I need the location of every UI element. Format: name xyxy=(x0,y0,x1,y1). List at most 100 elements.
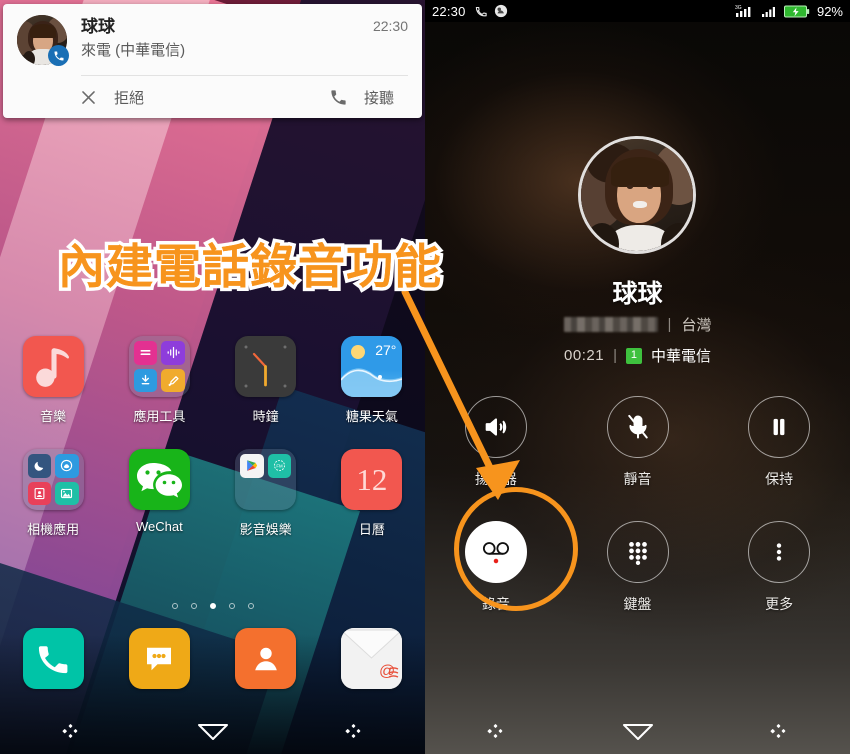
carrier-name: 中華電信 xyxy=(650,348,711,365)
more-button[interactable]: 更多 xyxy=(708,521,850,614)
envelope-icon: @ xyxy=(341,628,403,689)
speaker-icon xyxy=(485,418,507,436)
menu-dots-icon xyxy=(770,724,786,738)
decline-button[interactable]: 拒絕 xyxy=(3,76,309,118)
control-label: 保持 xyxy=(765,471,794,487)
app-row: 相機應用 WeChat FM 影音娛樂 12 日曆 xyxy=(0,449,425,538)
page-dot[interactable] xyxy=(228,603,235,609)
speaker-button[interactable]: 揚聲器 xyxy=(425,396,567,489)
app-label: 影音娛樂 xyxy=(239,522,292,537)
weather-icon xyxy=(494,4,507,18)
svg-text:FM: FM xyxy=(276,464,283,469)
phone-icon xyxy=(22,628,84,689)
recent-apps-button[interactable] xyxy=(0,721,142,741)
answer-button[interactable]: 接聽 xyxy=(309,76,422,118)
battery-icon xyxy=(783,5,810,17)
answer-label: 接聽 xyxy=(364,89,395,107)
call-controls: 揚聲器 靜音 保持 錄音 鍵盤 更多 xyxy=(425,396,850,646)
folder-icon: FM xyxy=(235,449,297,510)
page-dot[interactable] xyxy=(247,603,254,609)
app-label: 糖果天氣 xyxy=(345,409,398,424)
divider: | xyxy=(667,316,672,333)
app-label: 音樂 xyxy=(40,409,67,424)
app-clock[interactable]: 時鐘 xyxy=(213,336,319,425)
battery-percent: 92% xyxy=(816,3,843,19)
home-diamond-icon xyxy=(197,724,228,740)
music-note-icon xyxy=(22,336,84,397)
decline-label: 拒絕 xyxy=(114,89,145,107)
keypad-icon xyxy=(628,542,647,565)
home-button[interactable] xyxy=(567,720,709,742)
home-screen: 球球 來電 (中華電信) 22:30 拒絕 接聽 音樂 應用工具 時鐘 27° … xyxy=(0,0,425,754)
call-contact-name: 球球 xyxy=(612,280,663,308)
call-duration: 00:21 xyxy=(564,347,605,364)
menu-dots-icon xyxy=(62,724,78,738)
back-button[interactable] xyxy=(283,721,425,741)
control-label: 揚聲器 xyxy=(474,471,517,487)
in-call-screen: 22:30 3G 92% 球球 | 台灣 00:21 | 1 中華電信 揚聲器 … xyxy=(425,0,850,754)
status-bar: 22:30 3G 92% xyxy=(425,0,850,22)
status-time: 22:30 xyxy=(432,3,466,19)
pause-icon xyxy=(773,418,785,436)
network-type-label: 3G xyxy=(735,5,742,11)
phone-icon xyxy=(331,89,346,105)
page-dot[interactable] xyxy=(171,603,178,609)
app-label: 時鐘 xyxy=(252,409,279,424)
control-label: 錄音 xyxy=(481,596,510,612)
weather-temperature: 27° xyxy=(375,342,397,358)
control-label: 鍵盤 xyxy=(623,596,652,612)
phone-icon xyxy=(475,6,487,16)
app-label: WeChat xyxy=(136,519,183,534)
recent-apps-button[interactable] xyxy=(425,721,567,741)
call-contact-photo xyxy=(578,136,696,254)
dock-item-contacts[interactable] xyxy=(213,628,319,689)
notification-subtitle: 來電 (中華電信) xyxy=(81,42,186,59)
menu-dots-icon xyxy=(345,724,361,738)
dock-item-messages[interactable] xyxy=(106,628,212,689)
navigation-bar xyxy=(425,708,850,754)
incoming-call-notification[interactable]: 球球 來電 (中華電信) 22:30 拒絕 接聽 xyxy=(3,4,422,118)
app-music[interactable]: 音樂 xyxy=(0,336,106,425)
page-indicator[interactable] xyxy=(0,603,425,609)
app-row: 音樂 應用工具 時鐘 27° 糖果天氣 xyxy=(0,336,425,425)
divider: | xyxy=(613,347,617,364)
person-icon xyxy=(235,628,297,689)
hold-button[interactable]: 保持 xyxy=(708,396,850,489)
home-button[interactable] xyxy=(142,720,284,742)
calendar-day: 12 xyxy=(356,461,388,497)
calendar-icon: 12 xyxy=(341,449,403,510)
app-weather[interactable]: 27° 糖果天氣 xyxy=(319,336,425,425)
app-tools-folder[interactable]: 應用工具 xyxy=(106,336,212,425)
notification-header: 球球 來電 (中華電信) 22:30 xyxy=(3,4,422,75)
app-wechat[interactable]: WeChat xyxy=(106,449,212,538)
phone-number-masked xyxy=(563,317,658,332)
message-icon xyxy=(128,628,190,689)
dock: @ xyxy=(0,628,425,689)
weather-icon: 27° xyxy=(341,336,403,397)
app-media-folder[interactable]: FM 影音娛樂 xyxy=(213,449,319,538)
control-label: 更多 xyxy=(765,596,794,612)
notification-time: 22:30 xyxy=(372,18,408,34)
clock-icon xyxy=(235,336,297,397)
record-button[interactable]: 錄音 xyxy=(425,521,567,614)
app-grid: 音樂 應用工具 時鐘 27° 糖果天氣 相機應用 WeChat FM 影音娛樂 … xyxy=(0,336,425,562)
dock-item-email[interactable]: @ xyxy=(319,628,425,689)
control-label: 靜音 xyxy=(623,471,652,487)
page-dot-active[interactable] xyxy=(209,603,216,609)
page-dot[interactable] xyxy=(190,603,197,609)
folder-icon xyxy=(128,336,190,397)
keypad-button[interactable]: 鍵盤 xyxy=(567,521,709,614)
app-calendar[interactable]: 12 日曆 xyxy=(319,449,425,538)
dock-item-phone[interactable] xyxy=(0,628,106,689)
app-camera-folder[interactable]: 相機應用 xyxy=(0,449,106,538)
dual-screenshot: 球球 來電 (中華電信) 22:30 拒絕 接聽 音樂 應用工具 時鐘 27° … xyxy=(0,0,850,754)
call-number-line: | 台灣 xyxy=(425,314,850,335)
call-controls-row: 揚聲器 靜音 保持 xyxy=(425,396,850,489)
record-voicemail-icon xyxy=(482,542,509,565)
call-region: 台灣 xyxy=(681,317,712,334)
mute-button[interactable]: 靜音 xyxy=(567,396,709,489)
app-label: 日曆 xyxy=(358,522,385,537)
notification-title: 球球 xyxy=(81,17,115,36)
back-button[interactable] xyxy=(708,721,850,741)
notification-actions: 拒絕 接聽 xyxy=(3,76,422,118)
